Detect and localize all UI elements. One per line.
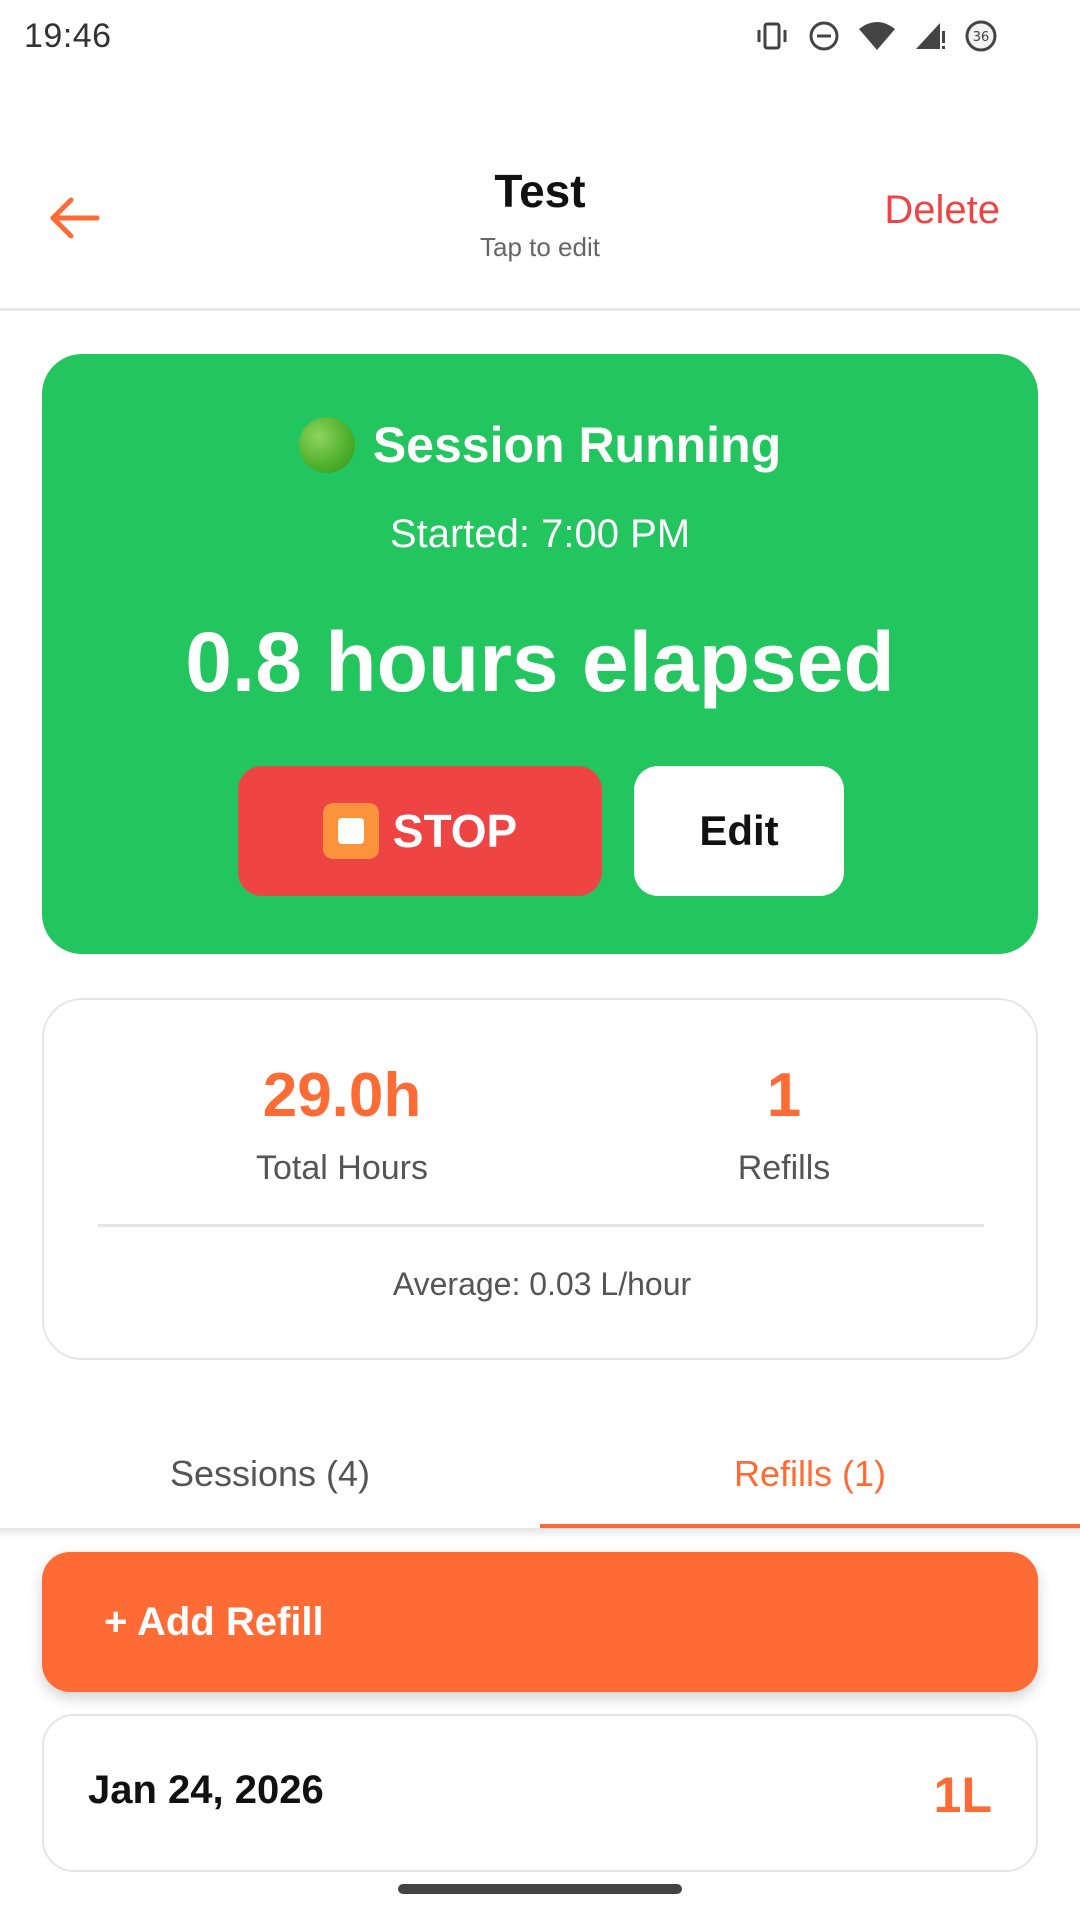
wifi-icon	[858, 21, 896, 51]
session-status-label: Session Running	[372, 417, 782, 473]
stat-refills: 1 Refills	[604, 1060, 964, 1188]
page-subtitle: Tap to edit	[480, 232, 600, 262]
session-card: Session Running Started: 7:00 PM 0.8 hou…	[42, 354, 1038, 954]
status-time: 19:46	[24, 16, 112, 55]
status-bar: 19:46 36	[0, 0, 1080, 72]
stop-square-icon	[322, 803, 379, 859]
refills-value: 1	[766, 1061, 802, 1130]
session-status: Session Running	[42, 416, 1038, 474]
page-title: Test	[494, 165, 586, 217]
svg-text:36: 36	[973, 30, 990, 45]
tabs-shadow	[0, 1528, 1080, 1538]
refill-date: Jan 24, 2026	[88, 1768, 324, 1812]
back-button[interactable]	[40, 188, 110, 248]
stats-divider	[98, 1224, 984, 1227]
tab-refills[interactable]: Refills (1)	[540, 1418, 1080, 1530]
tab-bar: Sessions (4) Refills (1)	[0, 1418, 1080, 1530]
stop-button-label: STOP	[392, 805, 518, 857]
title-editor[interactable]: Test Tap to edit	[340, 164, 740, 263]
signal-icon	[914, 21, 946, 51]
refills-label: Refills	[737, 1149, 831, 1187]
screen: 19:46 36 Test Tap to edit Delete Session…	[0, 0, 1080, 1920]
session-elapsed: 0.8 hours elapsed	[185, 615, 895, 709]
total-hours-label: Total Hours	[256, 1149, 428, 1187]
tab-sessions[interactable]: Sessions (4)	[0, 1418, 540, 1530]
stats-card: 29.0h Total Hours 1 Refills Average: 0.0…	[42, 998, 1038, 1360]
header-divider	[0, 308, 1080, 311]
stat-total-hours: 29.0h Total Hours	[162, 1060, 522, 1188]
stats-average: Average: 0.03 L/hour	[392, 1266, 692, 1302]
stop-button[interactable]: STOP	[238, 766, 602, 896]
home-indicator[interactable]	[398, 1884, 682, 1894]
total-hours-value: 29.0h	[262, 1061, 422, 1130]
arrow-left-icon	[50, 197, 100, 239]
refill-amount: 1L	[933, 1767, 992, 1823]
green-circle-icon	[298, 417, 355, 473]
add-refill-button[interactable]: + Add Refill	[42, 1552, 1038, 1692]
battery-icon: 36	[964, 19, 998, 53]
do-not-disturb-icon	[808, 20, 840, 52]
session-started: Started: 7:00 PM	[389, 512, 691, 556]
header: Test Tap to edit Delete	[0, 150, 1080, 310]
edit-session-button[interactable]: Edit	[634, 766, 844, 896]
list-item[interactable]: Jan 24, 2026 1L	[42, 1714, 1038, 1872]
status-icons: 36	[754, 19, 1056, 53]
delete-button[interactable]: Delete	[884, 188, 1000, 233]
vibrate-icon	[754, 21, 790, 51]
